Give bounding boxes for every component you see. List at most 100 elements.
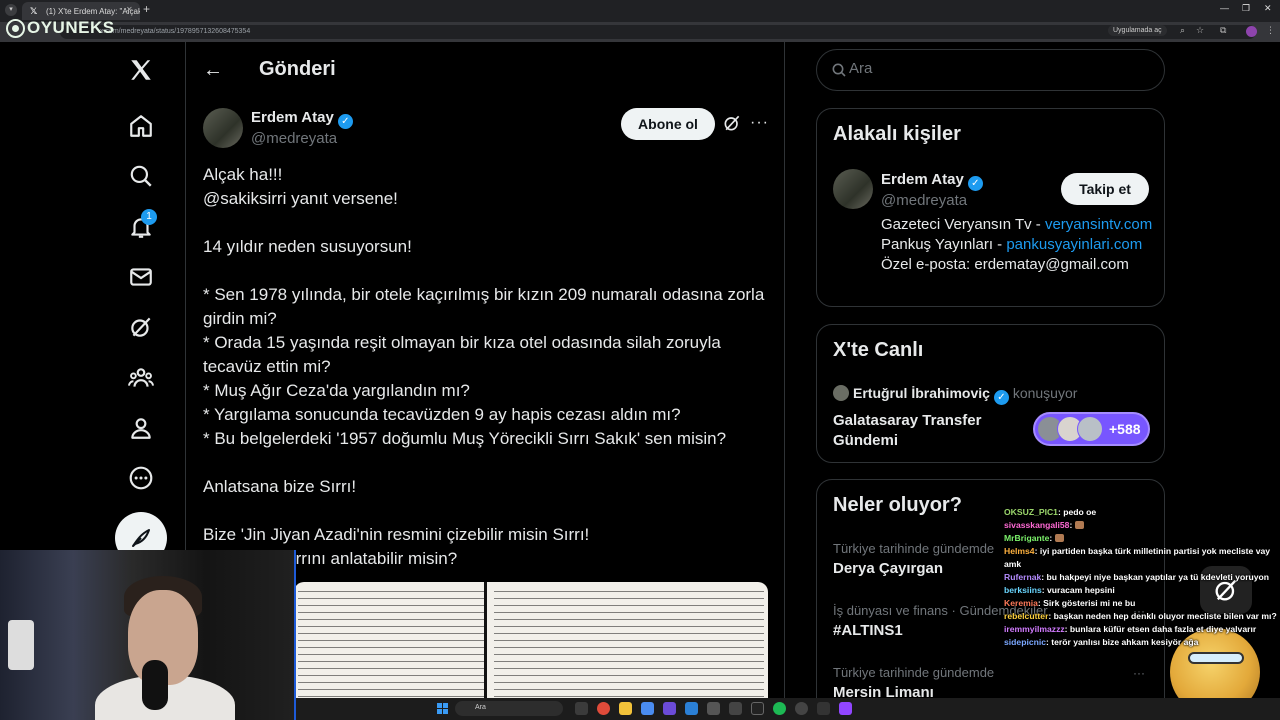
search-input[interactable] <box>849 60 1149 77</box>
edge-icon[interactable] <box>641 702 654 715</box>
app-icon[interactable] <box>707 702 720 715</box>
live-status: konuşuyor <box>1012 385 1078 401</box>
discord-icon[interactable] <box>663 702 676 715</box>
follow-button[interactable]: Takip et <box>1061 173 1149 205</box>
related-handle[interactable]: @medreyata <box>881 192 967 209</box>
microphone <box>142 660 168 710</box>
chat-username: OKSUZ_PIC1 <box>1004 507 1058 517</box>
oyuneks-watermark-logo: OYUNEKS <box>6 18 115 38</box>
address-bar-row: x.com/medreyata/status/19789571326084753… <box>0 22 1280 42</box>
back-arrow-icon[interactable]: ← <box>203 59 223 82</box>
listener-avatar <box>1077 416 1103 442</box>
listeners-pill[interactable]: +588 <box>1033 412 1150 446</box>
chat-text: : bu hakpeyi niye başkan yaptılar ya tü … <box>1041 572 1270 582</box>
browser-tabstrip: ▾ 𝕏 (1) X'te Erdem Atay: "Alçak ha!!! ✕ … <box>0 0 1280 22</box>
taskview-icon[interactable] <box>575 702 588 715</box>
chat-text: : başkan neden hep denklı oluyor meclist… <box>1048 611 1277 621</box>
chat-username: Rufernak <box>1004 572 1042 582</box>
minimize-icon[interactable]: — <box>1220 3 1229 13</box>
chat-text: : terör yanlısı bize ahkam kesiyör ağa <box>1046 637 1199 647</box>
communities-icon[interactable] <box>121 358 161 398</box>
grok-icon[interactable] <box>121 307 161 347</box>
x-logo-icon[interactable] <box>121 50 161 90</box>
author-avatar[interactable] <box>203 108 243 148</box>
logo-ring-icon <box>6 18 25 38</box>
post-text: Alçak ha!!! @sakiksirri yanıt versene! 1… <box>203 165 765 568</box>
window-close-icon[interactable]: ✕ <box>1264 3 1272 14</box>
chat-emote-icon <box>1074 521 1084 529</box>
verified-badge-icon: ✓ <box>337 114 353 129</box>
app-icon[interactable] <box>729 702 742 715</box>
chat-username: Keremia <box>1004 598 1038 608</box>
subscribe-button[interactable]: Abone ol <box>621 108 715 140</box>
twitch-icon[interactable] <box>839 702 852 715</box>
profile-icon[interactable] <box>121 408 161 448</box>
chat-text: : pedo oe <box>1057 507 1097 517</box>
live-space-title[interactable]: Galatasaray Transfer Gündemi <box>833 411 1023 451</box>
chat-text: : bunlara küfür etsen daha fazla et diye… <box>1064 624 1257 634</box>
related-card-title: Alakalı kişiler <box>833 123 961 145</box>
bookmark-star-icon[interactable]: ☆ <box>1196 25 1204 36</box>
notification-count-badge: 1 <box>141 209 157 225</box>
trend-name[interactable]: Derya Çayırgan <box>833 560 943 577</box>
bio-link-veryansin[interactable]: veryansintv.com <box>1045 216 1152 233</box>
app-icon[interactable] <box>685 702 698 715</box>
app-icon[interactable] <box>751 702 764 715</box>
author-name-row[interactable]: Erdem Atay ✓ <box>251 109 353 129</box>
more-options-circle-icon[interactable] <box>121 458 161 498</box>
chat-emote-icon <box>1054 534 1064 542</box>
related-name[interactable]: Erdem Atay <box>881 171 964 188</box>
extensions-icon[interactable]: ⧉ <box>1220 25 1226 36</box>
x-live-card[interactable]: X'te Canlı Ertuğrul İbrahimoviç ✓ konuşuy… <box>816 324 1165 463</box>
chat-text: : Sirk gösterisi mi ne bu <box>1037 598 1136 608</box>
browser-menu-icon[interactable]: ⋮ <box>1266 25 1275 36</box>
related-verified-icon: ✓ <box>967 176 983 191</box>
new-tab-icon[interactable]: + <box>143 2 150 16</box>
file-explorer-icon[interactable] <box>619 702 632 715</box>
zoom-icon[interactable]: ⌕ <box>1180 25 1185 36</box>
bio-text-3: Özel e-posta: erdematay@gmail.com <box>881 256 1129 273</box>
home-icon[interactable] <box>121 106 161 146</box>
chat-text: : <box>1049 533 1055 543</box>
trend-name[interactable]: #ALTINS1 <box>833 622 903 639</box>
messages-envelope-icon[interactable] <box>121 257 161 297</box>
chat-username: berksiins <box>1004 585 1042 595</box>
windows-start-icon[interactable] <box>437 703 448 714</box>
chat-message: MrBrigante: <box>1004 532 1280 545</box>
x-favicon-icon: 𝕏 <box>30 6 38 16</box>
live-card-title: X'te Canlı <box>833 339 924 361</box>
spotify-icon[interactable] <box>773 702 786 715</box>
live-host-avatar <box>833 385 849 401</box>
chrome-icon[interactable] <box>597 702 610 715</box>
trends-card-title: Neler oluyor? <box>833 494 962 516</box>
related-name-row[interactable]: Erdem Atay ✓ <box>881 171 983 191</box>
author-name[interactable]: Erdem Atay <box>251 109 334 126</box>
open-in-app-button[interactable]: Uygulamada aç <box>1108 25 1167 36</box>
related-avatar[interactable] <box>833 169 873 209</box>
chat-message: berksiins: vuracam hepsini <box>1004 584 1280 597</box>
webcam-overlay <box>0 550 296 720</box>
related-bio: Gazeteci Veryansın Tv - veryansintv.com … <box>881 215 1156 275</box>
taskbar-search[interactable]: Ara <box>455 701 563 716</box>
search-box[interactable] <box>816 49 1165 91</box>
live-host-name: Ertuğrul İbrahimoviç <box>853 385 990 401</box>
chat-username: sidepicnic <box>1004 637 1047 647</box>
profile-avatar[interactable] <box>1246 26 1257 37</box>
bio-link-pankus[interactable]: pankusyayinlari.com <box>1006 236 1142 253</box>
tab-search-icon[interactable]: ▾ <box>5 4 17 16</box>
chat-username: iremmyilmazzz <box>1004 624 1065 634</box>
logo-text: OYUNEKS <box>27 18 115 37</box>
chat-message: OKSUZ_PIC1: pedo oe <box>1004 506 1280 519</box>
grok-explain-icon[interactable] <box>722 113 742 138</box>
author-handle[interactable]: @medreyata <box>251 130 337 147</box>
obs-icon[interactable] <box>795 702 808 715</box>
url-field[interactable]: x.com/medreyata/status/19789571326084753… <box>60 25 1256 39</box>
tab-close-icon[interactable]: ✕ <box>126 5 133 14</box>
explore-search-icon[interactable] <box>121 156 161 196</box>
maximize-icon[interactable]: ❐ <box>1242 3 1250 14</box>
trend-more-icon[interactable]: ··· <box>1133 666 1145 680</box>
stream-chat-overlay: OKSUZ_PIC1: pedo oe sivasskangali58: MrB… <box>1004 506 1280 649</box>
app-icon[interactable] <box>817 702 830 715</box>
emoji-sticker-glasses <box>1188 652 1244 664</box>
post-more-icon[interactable]: ··· <box>750 114 769 132</box>
